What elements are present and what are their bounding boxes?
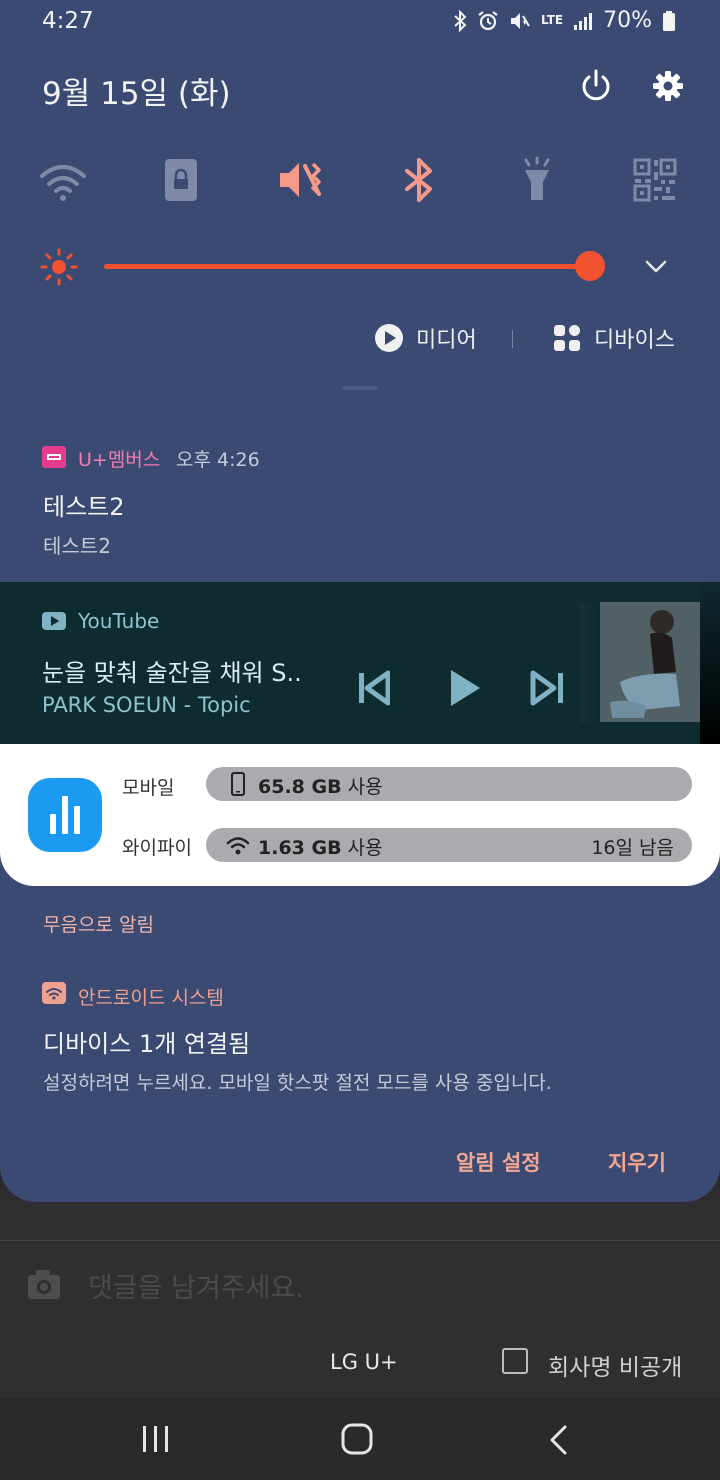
- next-track-icon[interactable]: [530, 670, 566, 706]
- battery-percent: 70%: [603, 8, 652, 33]
- gear-icon[interactable]: [650, 68, 686, 104]
- status-time: 4:27: [42, 8, 94, 34]
- notification-app-name: 안드로이드 시스템: [78, 987, 224, 1009]
- home-icon[interactable]: [340, 1422, 374, 1456]
- carrier-label: LG U+: [330, 1350, 398, 1374]
- devices-label: 디바이스: [594, 328, 675, 353]
- camera-icon[interactable]: [26, 1268, 62, 1302]
- wifi-data-label: 와이파이: [122, 837, 192, 859]
- wifi-small-icon: [226, 837, 250, 855]
- hide-company-label: 회사명 비공개: [548, 1355, 683, 1381]
- divider: [0, 1240, 720, 1241]
- days-remaining: 16일 남음: [591, 837, 674, 859]
- mobile-usage-text: 65.8 GB 사용: [258, 776, 383, 798]
- separator: [512, 330, 513, 348]
- art-gradient: [440, 582, 600, 744]
- media-app-name: YouTube: [78, 609, 160, 633]
- media-title: 눈을 맞춰 술잔을 채워 S..: [42, 659, 302, 687]
- notification-settings-button[interactable]: 알림 설정: [456, 1147, 541, 1177]
- power-icon[interactable]: [578, 68, 614, 104]
- art-edge: [700, 582, 720, 744]
- notification-time: 오후 4:26: [176, 449, 260, 471]
- wifi-usage-pill: 1.63 GB 사용 16일 남음: [206, 828, 692, 862]
- uplus-app-icon: [42, 446, 66, 468]
- notification-shade: 4:27 LTE 70% 9월 15일 (화) 미디어 디바이스 U+멤버스 오…: [0, 0, 720, 1202]
- devices-grid-icon: [554, 325, 580, 351]
- clear-button[interactable]: 지우기: [608, 1147, 666, 1177]
- data-usage-app-icon: [28, 778, 102, 852]
- bluetooth-status-icon: [454, 9, 467, 32]
- chevron-down-icon[interactable]: [642, 254, 670, 278]
- lock-icon[interactable]: [156, 156, 206, 204]
- date-text[interactable]: 9월 15일 (화): [42, 68, 231, 113]
- bar-chart-icon: [50, 796, 80, 834]
- notification-title[interactable]: 테스트2: [43, 487, 125, 522]
- media-button[interactable]: 미디어: [374, 322, 477, 354]
- brightness-slider-track[interactable]: [104, 264, 600, 269]
- lte-icon: LTE: [541, 13, 564, 27]
- data-usage-card[interactable]: 모바일 65.8 GB 사용 와이파이 1.63 GB 사용 16일 남음: [0, 744, 720, 886]
- recents-icon[interactable]: [140, 1424, 172, 1454]
- play-circle-icon: [375, 324, 403, 352]
- drag-handle[interactable]: [342, 386, 378, 390]
- phone-icon: [231, 772, 245, 796]
- mute-status-icon: [511, 12, 530, 29]
- notification-title[interactable]: 디바이스 1개 연결됨: [43, 1024, 250, 1059]
- mobile-usage-pill: 65.8 GB 사용: [206, 767, 692, 801]
- play-icon[interactable]: [448, 668, 482, 708]
- previous-track-icon[interactable]: [356, 670, 390, 706]
- devices-button[interactable]: 디바이스: [552, 322, 675, 354]
- media-label: 미디어: [416, 328, 477, 353]
- media-artist: PARK SOEUN - Topic: [42, 693, 251, 717]
- hide-company-checkbox[interactable]: [502, 1348, 528, 1374]
- notification-app-name: U+멤버스: [78, 449, 161, 471]
- bluetooth-icon[interactable]: [394, 156, 444, 204]
- mute-vibrate-icon[interactable]: [275, 156, 325, 204]
- youtube-icon: [42, 612, 66, 630]
- back-icon[interactable]: [546, 1424, 572, 1456]
- battery-icon: [663, 10, 675, 31]
- silent-notifications-header: 무음으로 알림: [43, 914, 154, 936]
- qr-code-icon[interactable]: [630, 156, 680, 204]
- hotspot-icon: [42, 982, 66, 1004]
- brightness-slider-thumb[interactable]: [575, 251, 606, 281]
- flashlight-icon[interactable]: [512, 156, 562, 204]
- brightness-icon: [40, 248, 78, 286]
- wifi-usage-text: 1.63 GB 사용: [258, 837, 383, 859]
- notification-body[interactable]: 설정하려면 누르세요. 모바일 핫스팟 절전 모드를 사용 중입니다.: [43, 1068, 552, 1095]
- status-icons: LTE 70%: [453, 8, 676, 33]
- signal-icon: [574, 12, 593, 30]
- notification-body[interactable]: 테스트2: [43, 530, 111, 559]
- comment-input[interactable]: 댓글을 남겨주세요.: [88, 1266, 304, 1305]
- wifi-icon[interactable]: [38, 156, 88, 204]
- mobile-data-label: 모바일: [122, 777, 175, 799]
- media-notification[interactable]: YouTube 눈을 맞춰 술잔을 채워 S.. PARK SOEUN - To…: [0, 582, 720, 744]
- alarm-icon: [478, 10, 498, 30]
